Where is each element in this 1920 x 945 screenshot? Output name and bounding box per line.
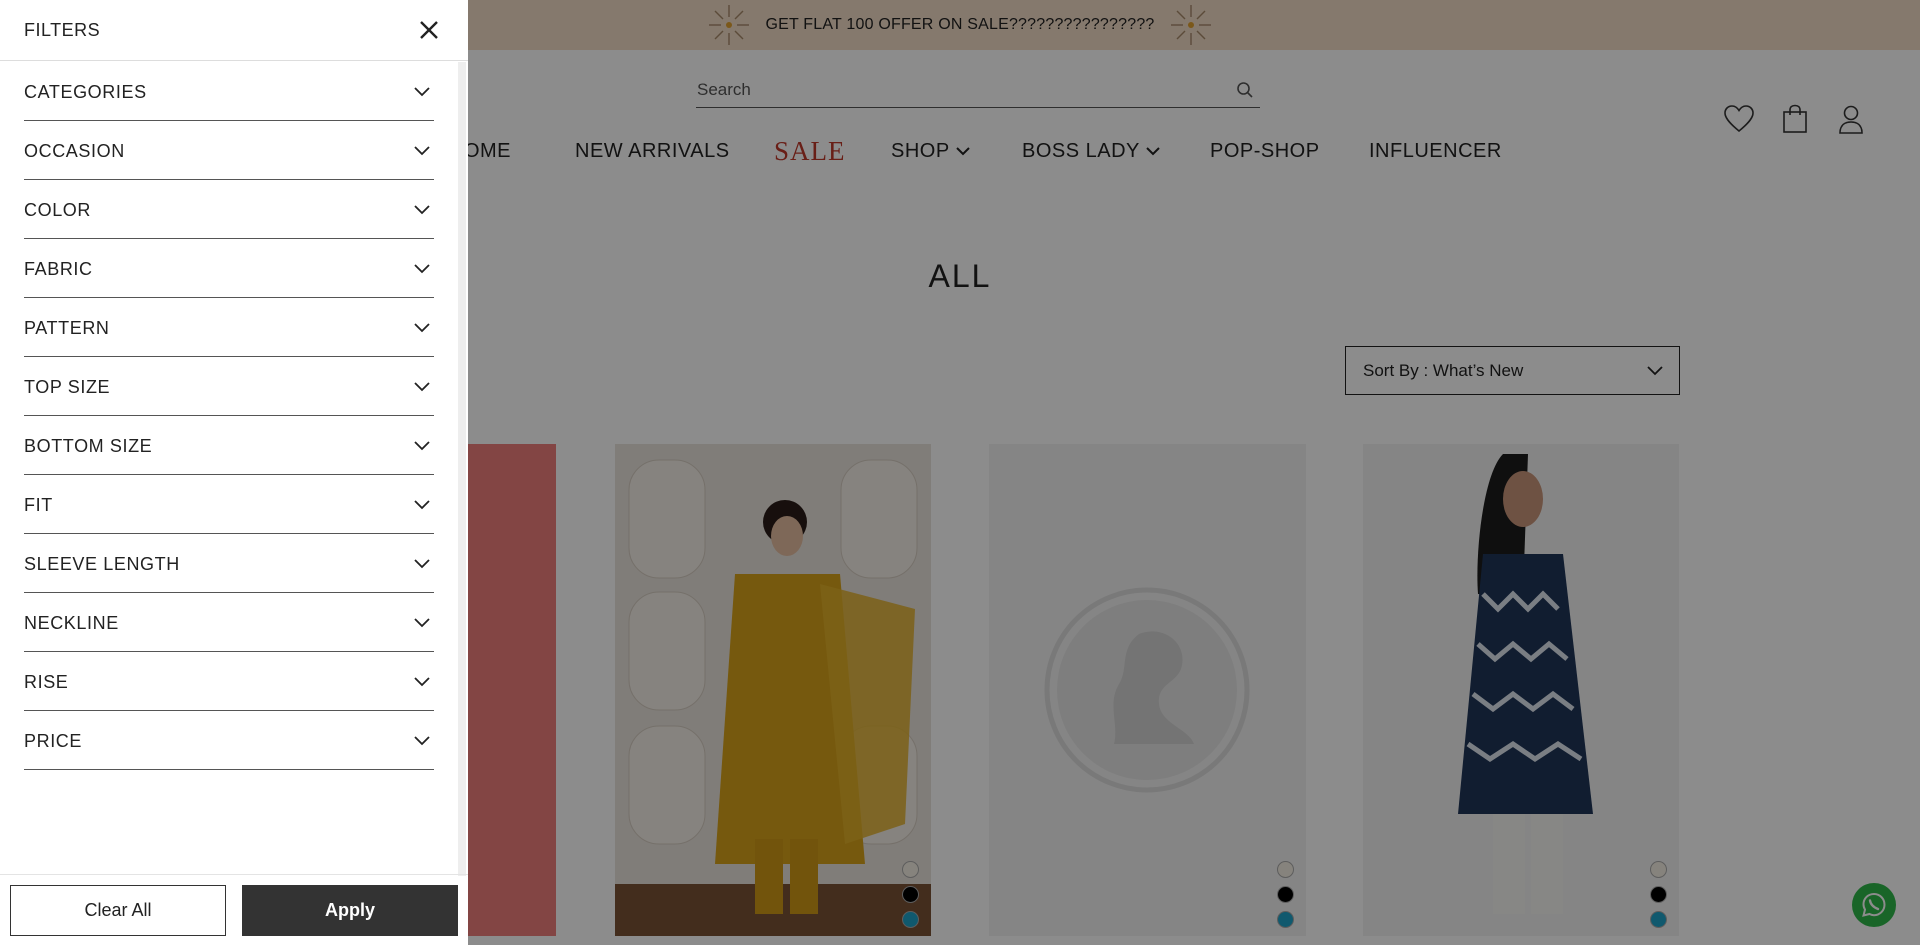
filter-color[interactable]: COLOR <box>24 180 434 239</box>
filter-categories[interactable]: CATEGORIES <box>24 62 434 121</box>
filter-label: FIT <box>24 494 53 515</box>
filter-bottom-size[interactable]: BOTTOM SIZE <box>24 416 434 475</box>
filters-drawer: FILTERS CATEGORIES OCCASION COLOR FABRIC… <box>0 0 468 945</box>
drawer-header: FILTERS <box>0 0 468 61</box>
chevron-down-icon <box>413 440 431 452</box>
chevron-down-icon <box>413 263 431 275</box>
filter-label: RISE <box>24 671 69 692</box>
filter-label: TOP SIZE <box>24 376 111 397</box>
filter-pattern[interactable]: PATTERN <box>24 298 434 357</box>
chevron-down-icon <box>413 381 431 393</box>
chevron-down-icon <box>413 86 431 98</box>
filter-fabric[interactable]: FABRIC <box>24 239 434 298</box>
clear-all-button[interactable]: Clear All <box>10 885 226 936</box>
chevron-down-icon <box>413 676 431 688</box>
filter-rise[interactable]: RISE <box>24 652 434 711</box>
drawer-footer: Clear All Apply <box>0 874 468 945</box>
filter-label: NECKLINE <box>24 612 119 633</box>
filter-price[interactable]: PRICE <box>24 711 434 770</box>
apply-button[interactable]: Apply <box>242 885 458 936</box>
chevron-down-icon <box>413 735 431 747</box>
drawer-title: FILTERS <box>24 19 101 40</box>
filter-top-size[interactable]: TOP SIZE <box>24 357 434 416</box>
filter-label: OCCASION <box>24 140 125 161</box>
chevron-down-icon <box>413 558 431 570</box>
filter-label: SLEEVE LENGTH <box>24 553 180 574</box>
filter-label: BOTTOM SIZE <box>24 435 153 456</box>
chevron-down-icon <box>413 145 431 157</box>
chevron-down-icon <box>413 204 431 216</box>
filter-label: FABRIC <box>24 258 93 279</box>
filter-occasion[interactable]: OCCASION <box>24 121 434 180</box>
filter-list: CATEGORIES OCCASION COLOR FABRIC PATTERN… <box>24 62 434 770</box>
filter-fit[interactable]: FIT <box>24 475 434 534</box>
chevron-down-icon <box>413 617 431 629</box>
filter-label: PATTERN <box>24 317 110 338</box>
chevron-down-icon <box>413 499 431 511</box>
chevron-down-icon <box>413 322 431 334</box>
filter-label: PRICE <box>24 730 83 751</box>
drawer-scrollbar[interactable] <box>458 62 466 876</box>
filter-label: COLOR <box>24 199 92 220</box>
filter-label: CATEGORIES <box>24 81 147 102</box>
filter-neckline[interactable]: NECKLINE <box>24 593 434 652</box>
close-icon[interactable] <box>416 17 442 43</box>
filter-sleeve-length[interactable]: SLEEVE LENGTH <box>24 534 434 593</box>
